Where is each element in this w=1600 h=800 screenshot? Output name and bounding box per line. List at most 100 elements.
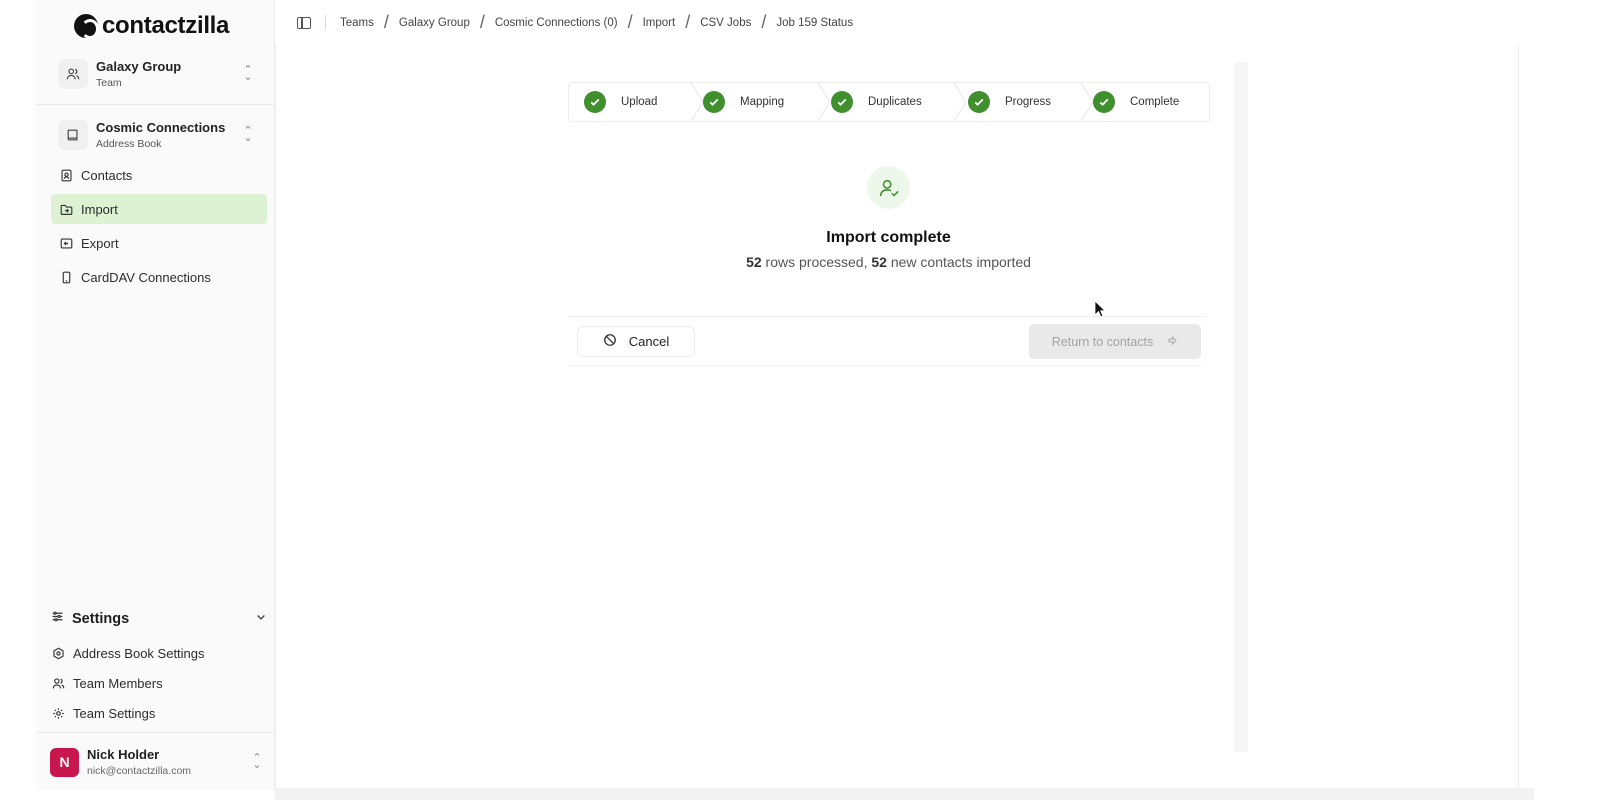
chevron-up-down-icon: ⌃ ⌄ xyxy=(243,125,253,144)
user-check-icon xyxy=(867,166,910,209)
window-edge-right xyxy=(1534,0,1600,800)
sidebar-item-label: Export xyxy=(81,235,119,251)
user-menu[interactable]: N Nick Holder nick@contactzilla.com ⌃ ⌄ xyxy=(50,744,266,780)
check-circle-icon xyxy=(584,91,606,113)
breadcrumb-cosmic-connections[interactable]: Cosmic Connections (0) xyxy=(495,17,618,29)
sidebar-item-import[interactable]: Import xyxy=(51,194,267,224)
import-summary: 52 rows processed, 52 new contacts impor… xyxy=(700,254,1077,270)
sidebar: contactzilla Galaxy Group Team ⌃ ⌄ Cosmic… xyxy=(36,0,275,790)
gear-icon xyxy=(51,706,65,720)
step-label: Duplicates xyxy=(868,96,922,108)
breadcrumb-teams[interactable]: Teams xyxy=(340,17,374,29)
new-contacts-count: 52 xyxy=(871,254,887,270)
sliders-icon xyxy=(51,610,64,628)
logo-icon xyxy=(74,14,99,39)
contact-card-icon xyxy=(59,168,73,182)
chevron-down-icon xyxy=(255,610,267,628)
step-label: Upload xyxy=(621,96,658,108)
sidebar-divider xyxy=(36,732,275,733)
user-email: nick@contactzilla.com xyxy=(87,765,192,777)
rows-processed-text: rows processed, xyxy=(765,254,868,270)
settings-item-team-settings[interactable]: Team Settings xyxy=(51,698,267,728)
content-scroll-gutter xyxy=(1234,62,1248,752)
settings-title: Settings xyxy=(72,611,130,627)
team-name: Galaxy Group xyxy=(96,59,182,74)
step-label: Mapping xyxy=(740,96,785,108)
sidebar-divider xyxy=(36,104,275,105)
import-stepper: Upload Mapping Duplicates Progress Compl… xyxy=(568,82,1210,122)
book-icon xyxy=(58,120,88,150)
breadcrumb-import[interactable]: Import xyxy=(643,17,676,29)
sidebar-item-label: CardDAV Connections xyxy=(81,269,211,285)
header-divider xyxy=(325,14,326,31)
ban-icon xyxy=(603,333,617,350)
breadcrumb-separator: / xyxy=(685,12,691,32)
chevron-up-down-icon: ⌃ ⌄ xyxy=(243,64,253,83)
rows-processed-count: 52 xyxy=(746,254,762,270)
breadcrumb-job-status: Job 159 Status xyxy=(776,16,854,29)
sidebar-item-carddav-connections[interactable]: CardDAV Connections xyxy=(51,262,267,292)
address-book-switcher[interactable]: Cosmic Connections Address Book ⌃ ⌄ xyxy=(52,113,263,157)
check-circle-icon xyxy=(703,91,725,113)
export-icon xyxy=(59,236,73,250)
settings-item-label: Team Settings xyxy=(73,705,156,721)
breadcrumb-separator: / xyxy=(761,12,767,32)
settings-item-label: Address Book Settings xyxy=(73,645,205,661)
window-edge-left xyxy=(0,0,36,800)
users-icon xyxy=(51,676,65,690)
sidebar-item-contacts[interactable]: Contacts xyxy=(51,160,267,190)
step-mapping: Mapping xyxy=(697,83,831,121)
settings-item-address-book-settings[interactable]: Address Book Settings xyxy=(51,638,267,668)
hex-settings-icon xyxy=(51,646,65,660)
user-name: Nick Holder xyxy=(87,747,160,762)
breadcrumb-separator: / xyxy=(479,12,485,32)
top-header: Teams / Galaxy Group / Cosmic Connection… xyxy=(275,0,1534,45)
import-complete-title: Import complete xyxy=(826,229,951,246)
sidebar-nav: Contacts Import Export CardDAV Connectio… xyxy=(51,160,267,296)
folder-import-icon xyxy=(59,202,73,216)
logo-text: contactzilla xyxy=(102,12,230,39)
app-window: contactzilla Galaxy Group Team ⌃ ⌄ Cosmic… xyxy=(0,0,1600,800)
right-panel-border xyxy=(1518,45,1519,790)
cancel-button[interactable]: Cancel xyxy=(577,326,695,357)
address-book-kind: Address Book xyxy=(96,138,162,150)
logo[interactable]: contactzilla xyxy=(74,12,229,40)
sidebar-item-label: Contacts xyxy=(81,167,133,183)
settings-item-label: Team Members xyxy=(73,675,163,691)
new-contacts-text: new contacts imported xyxy=(890,254,1031,270)
bottom-bar xyxy=(275,788,1534,800)
check-circle-icon xyxy=(968,91,990,113)
step-label: Complete xyxy=(1130,96,1180,108)
sidebar-item-export[interactable]: Export xyxy=(51,228,267,258)
arrow-right-icon xyxy=(1167,335,1178,349)
main-content xyxy=(275,45,1534,790)
cancel-label: Cancel xyxy=(628,334,670,349)
return-label: Return to contacts xyxy=(1051,334,1154,349)
avatar: N xyxy=(50,747,79,777)
step-upload: Upload xyxy=(569,83,704,121)
breadcrumb-galaxy-group[interactable]: Galaxy Group xyxy=(399,17,470,29)
return-to-contacts-button[interactable]: Return to contacts xyxy=(1029,324,1201,359)
sidebar-item-label: Import xyxy=(81,201,118,217)
settings-section-toggle[interactable]: Settings xyxy=(51,608,267,630)
chevron-up-down-icon: ⌃ ⌄ xyxy=(252,752,262,771)
breadcrumb-csv-jobs[interactable]: CSV Jobs xyxy=(700,17,751,29)
settings-item-team-members[interactable]: Team Members xyxy=(51,668,267,698)
step-progress: Progress xyxy=(960,83,1094,121)
team-kind: Team xyxy=(96,77,122,89)
sidebar-toggle-icon[interactable] xyxy=(297,16,311,29)
step-duplicates: Duplicates xyxy=(824,83,967,121)
breadcrumb-separator: / xyxy=(627,12,633,32)
step-label: Progress xyxy=(1005,96,1052,108)
settings-list: Address Book Settings Team Members Team … xyxy=(51,638,267,728)
breadcrumb: Teams / Galaxy Group / Cosmic Connection… xyxy=(340,12,853,33)
phone-icon xyxy=(59,270,73,284)
breadcrumb-separator: / xyxy=(383,12,389,32)
users-icon xyxy=(58,59,88,89)
address-book-name: Cosmic Connections xyxy=(96,120,226,135)
check-circle-icon xyxy=(831,91,853,113)
team-switcher[interactable]: Galaxy Group Team ⌃ ⌄ xyxy=(52,52,263,96)
check-circle-icon xyxy=(1093,91,1115,113)
step-complete: Complete xyxy=(1087,83,1207,121)
mouse-cursor-icon xyxy=(1094,300,1106,318)
